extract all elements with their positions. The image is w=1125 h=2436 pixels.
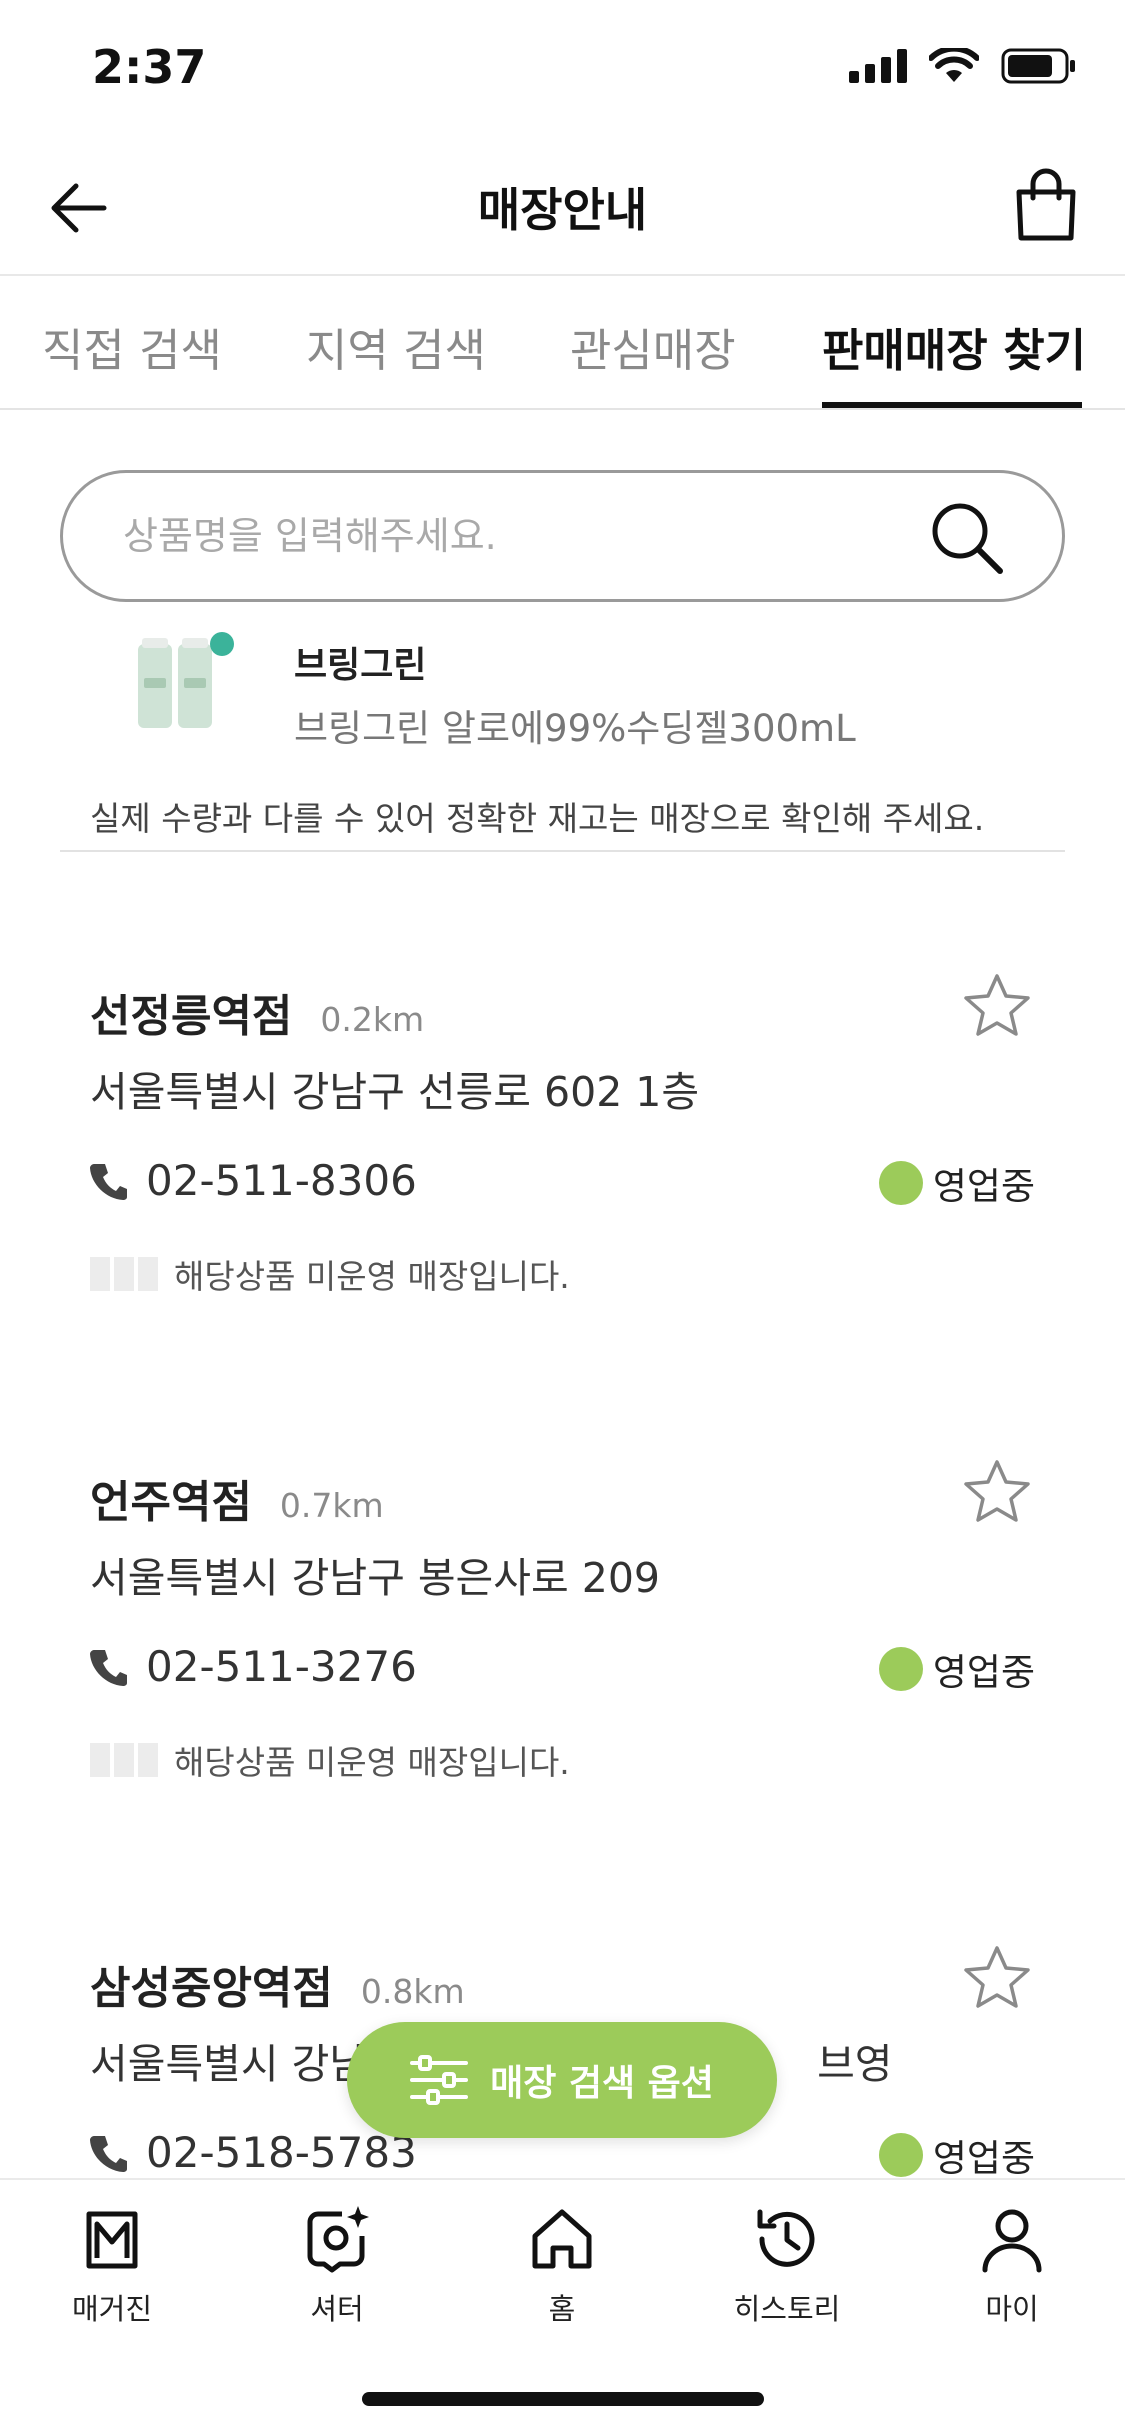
product-name: 브링그린 알로에99%수딩젤300mL (294, 707, 856, 750)
star-icon (964, 1946, 1030, 2008)
phone-icon (90, 2135, 127, 2172)
signal-icon (849, 49, 907, 83)
search-icon (932, 503, 1003, 574)
search-bar (60, 470, 1065, 602)
header: 매장안내 (0, 140, 1125, 276)
tab-direct-search[interactable]: 직접 검색 (42, 314, 222, 379)
tab-bar: 직접 검색 지역 검색 관심매장 판매매장 찾기 (0, 276, 1125, 410)
stock-notice: 실제 수량과 다를 수 있어 정확한 재고는 매장으로 확인해 주세요. (90, 799, 985, 838)
nav-item-home[interactable]: 홈 (472, 2204, 652, 2328)
battery-icon (1001, 48, 1075, 84)
shutter-icon (307, 2206, 369, 2273)
store-item[interactable]: 언주역점 0.7km 서울특별시 강남구 봉은사로 209 02-511-3276… (0, 1460, 1125, 1886)
store-phone[interactable]: 02-511-3276 (90, 1642, 417, 1691)
store-phone[interactable]: 02-518-5783 (90, 2128, 417, 2177)
store-name: 언주역점 0.7km (90, 1466, 384, 1530)
nav-item-my[interactable]: 마이 (922, 2204, 1102, 2328)
store-address: 서울특별시 강남구 봉은사로 209 (90, 1554, 660, 1602)
store-address-start: 서울특별시 강남 (90, 2040, 368, 2088)
store-name-text: 삼성중앙역점 (90, 1963, 333, 2014)
nav-label: 홈 (548, 2292, 576, 2326)
search-button[interactable] (928, 499, 1006, 577)
product-brand: 브링그린 (294, 645, 427, 686)
status-bar: 2:37 (0, 0, 1125, 140)
status-badge: 영업중 (878, 2128, 1035, 2182)
store-address: 서울특별시 강남구 선릉로 602 1층 (90, 1068, 700, 1116)
star-icon (964, 974, 1030, 1036)
store-search-options-label: 매장 검색 옵션 (490, 2063, 714, 2104)
phone-number: 02-518-5783 (146, 2128, 417, 2177)
status-time: 2:37 (92, 40, 207, 94)
nav-item-magazine[interactable]: 매거진 (22, 2204, 202, 2328)
open-status-dot (878, 1161, 923, 1205)
home-indicator (362, 2392, 764, 2406)
status-badge: 영업중 (878, 1642, 1035, 1696)
store-address-end: 브영 (817, 2040, 893, 2088)
store-item[interactable]: 선정릉역점 0.2km 서울특별시 강남구 선릉로 602 1층 02-511-8… (0, 974, 1125, 1400)
store-distance: 0.2km (320, 1000, 425, 1039)
phone-number: 02-511-8306 (146, 1156, 417, 1205)
phone-icon (90, 1649, 127, 1686)
stock-status: 해당상품 미운영 매장입니다. (90, 1250, 570, 1298)
cart-button[interactable] (1011, 168, 1081, 244)
nav-label: 마이 (985, 2292, 1039, 2326)
product-image-icon (138, 632, 234, 728)
favorite-button[interactable] (962, 1944, 1032, 2010)
nav-label: 매거진 (71, 2292, 153, 2326)
favorite-button[interactable] (962, 972, 1032, 1038)
store-distance: 0.8km (360, 1972, 465, 2011)
sliders-icon (410, 2055, 469, 2105)
tab-favorite-stores[interactable]: 관심매장 (570, 314, 736, 379)
stock-status: 해당상품 미운영 매장입니다. (90, 1736, 570, 1784)
stock-level-indicator (90, 1743, 158, 1777)
stock-level-indicator (90, 1257, 158, 1291)
status-icons (849, 48, 1077, 84)
store-distance: 0.7km (279, 1486, 384, 1525)
store-phone[interactable]: 02-511-8306 (90, 1156, 417, 1205)
favorite-button[interactable] (962, 1458, 1032, 1524)
open-status-text: 영업중 (932, 1165, 1035, 1208)
open-status-dot (878, 2133, 923, 2177)
store-search-options-button[interactable]: 매장 검색 옵션 (347, 2022, 777, 2138)
page-title: 매장안내 (477, 183, 648, 237)
tab-find-selling-stores[interactable]: 판매매장 찾기 (822, 314, 1086, 379)
star-icon (964, 1460, 1030, 1522)
store-name-text: 언주역점 (90, 1477, 252, 1528)
stock-status-text: 해당상품 미운영 매장입니다. (174, 1743, 570, 1782)
nav-item-shutter[interactable]: 셔터 (247, 2204, 427, 2328)
magazine-icon (86, 2211, 138, 2269)
store-name: 선정릉역점 0.2km (90, 980, 424, 1044)
person-icon (982, 2209, 1042, 2273)
divider (60, 850, 1065, 852)
home-icon (532, 2209, 592, 2269)
tab-region-search[interactable]: 지역 검색 (306, 314, 486, 379)
open-status-text: 영업중 (932, 2137, 1035, 2180)
search-input[interactable] (123, 473, 923, 599)
open-status-dot (878, 1647, 923, 1691)
store-name-text: 선정릉역점 (90, 991, 293, 1042)
active-tab-indicator (822, 402, 1082, 408)
status-badge: 영업중 (878, 1156, 1035, 1210)
open-status-text: 영업중 (932, 1651, 1035, 1694)
phone-number: 02-511-3276 (146, 1642, 417, 1691)
nav-label: 셔터 (310, 2292, 364, 2326)
store-name: 삼성중앙역점 0.8km (90, 1952, 465, 2016)
stock-status-text: 해당상품 미운영 매장입니다. (174, 1257, 570, 1296)
shopping-bag-icon (1016, 168, 1076, 241)
phone-icon (90, 1163, 127, 1200)
nav-item-history[interactable]: 히스토리 (697, 2204, 877, 2328)
wifi-icon (929, 48, 979, 82)
product-thumbnail (126, 630, 242, 740)
history-icon (757, 2209, 815, 2267)
nav-label: 히스토리 (733, 2292, 841, 2326)
